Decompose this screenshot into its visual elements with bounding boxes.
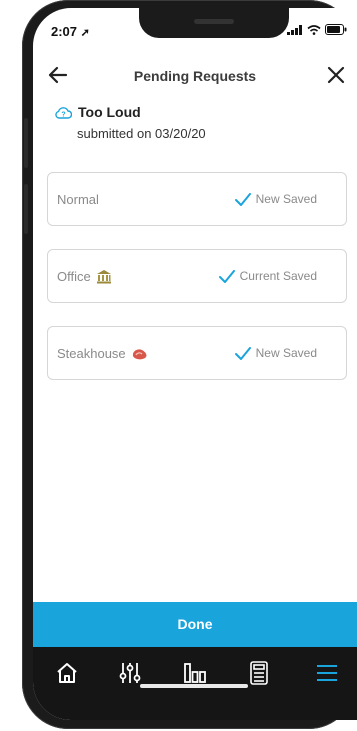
preset-name: Office — [57, 269, 112, 284]
battery-icon — [325, 24, 347, 35]
home-icon[interactable] — [53, 659, 81, 687]
volume-down-button — [24, 184, 28, 234]
volume-up-button — [24, 118, 28, 168]
request-submitted-date: submitted on 03/20/20 — [77, 126, 206, 141]
bar-chart-icon[interactable] — [181, 659, 209, 687]
status-time-text: 2:07 — [51, 24, 78, 39]
checkmark-icon — [234, 192, 251, 206]
preset-card-steakhouse[interactable]: Steakhouse New Saved — [47, 326, 347, 380]
page-title: Pending Requests — [133, 68, 257, 84]
preset-status-text: Current Saved — [239, 269, 317, 283]
cloud-question-icon: ? — [55, 106, 72, 119]
checkmark-icon — [234, 346, 251, 360]
preset-status: Current Saved — [218, 269, 317, 283]
preset-name: Steakhouse — [57, 346, 149, 361]
svg-text:?: ? — [61, 111, 65, 118]
preset-status: New Saved — [234, 346, 317, 360]
preset-card-office[interactable]: Office Current Saved — [47, 249, 347, 303]
speaker — [194, 19, 234, 24]
preset-status: New Saved — [234, 192, 317, 206]
request-title: Too Loud — [78, 104, 141, 120]
done-button[interactable]: Done — [33, 602, 357, 647]
location-icon: ➚ — [80, 27, 90, 39]
screen: 2:07 ➚ Pending Requests ? Too Loud submi… — [33, 8, 357, 720]
calculator-icon[interactable] — [245, 659, 273, 687]
request-title-row: ? Too Loud — [55, 104, 206, 120]
menu-icon[interactable] — [313, 659, 341, 687]
preset-name-text: Normal — [57, 192, 99, 207]
header: Pending Requests — [33, 54, 357, 98]
signal-icon — [287, 24, 302, 35]
steak-icon — [132, 348, 147, 359]
preset-name-text: Office — [57, 269, 91, 284]
preset-status-text: New Saved — [255, 346, 317, 360]
checkmark-icon — [218, 269, 235, 283]
close-icon[interactable] — [321, 60, 351, 90]
preset-name-text: Steakhouse — [57, 346, 126, 361]
preset-status-text: New Saved — [255, 192, 317, 206]
status-time: 2:07 ➚ — [51, 24, 90, 39]
home-indicator — [140, 684, 248, 688]
request-summary: ? Too Loud submitted on 03/20/20 — [55, 104, 206, 141]
status-icons — [287, 24, 347, 35]
equalizer-icon[interactable] — [116, 659, 144, 687]
preset-name: Normal — [57, 192, 99, 207]
preset-card-normal[interactable]: Normal New Saved — [47, 172, 347, 226]
wifi-icon — [307, 24, 321, 35]
building-icon — [96, 270, 111, 284]
